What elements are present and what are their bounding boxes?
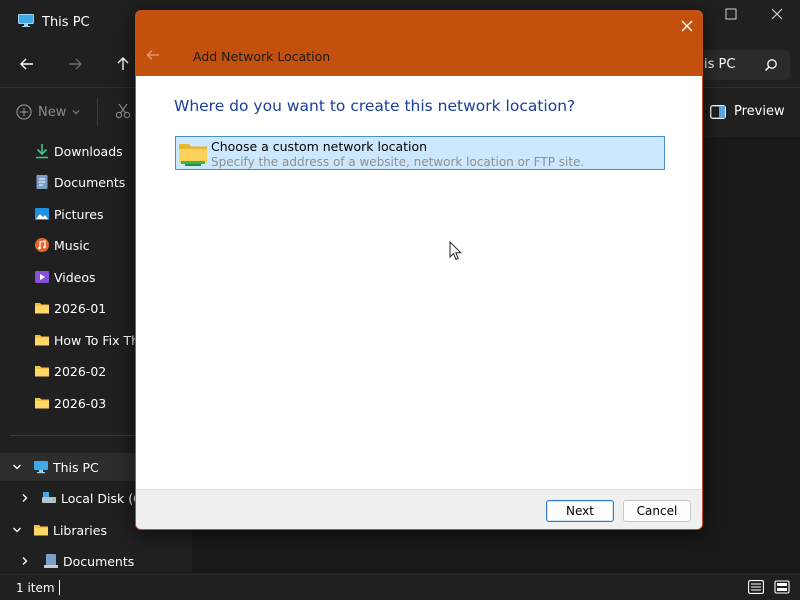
documents-icon <box>36 175 48 189</box>
folder-icon <box>35 398 49 409</box>
window-title: This PC <box>42 15 90 30</box>
toolbar-separator <box>97 98 98 126</box>
network-folder-icon <box>179 144 207 166</box>
preview-button[interactable]: Preview <box>710 104 785 119</box>
search-icon <box>764 59 777 72</box>
text-caret <box>59 580 60 595</box>
chevron-down-icon <box>72 110 80 115</box>
sidebar-item-label: Music <box>54 237 90 253</box>
mouse-cursor-icon <box>449 241 463 261</box>
dialog-heading: Where do you want to create this network… <box>174 97 576 115</box>
dialog-title: Add Network Location <box>193 49 331 64</box>
sidebar-item-label: 2026-03 <box>54 395 107 411</box>
cancel-button[interactable]: Cancel <box>623 500 691 522</box>
tree-item-library-documents[interactable]: Documents <box>0 547 192 575</box>
search-box[interactable]: is PC <box>690 50 790 80</box>
sidebar-item-label: 2026-02 <box>54 363 107 379</box>
arrow-up-icon <box>117 57 129 70</box>
search-text: is PC <box>704 57 736 72</box>
sidebar-item-label: Pictures <box>54 206 104 222</box>
details-view-icon[interactable] <box>748 580 764 594</box>
sidebar-item-label: Documents <box>54 174 126 190</box>
preview-label: Preview <box>734 104 785 119</box>
up-button[interactable] <box>110 52 136 76</box>
cut-icon[interactable] <box>114 102 132 120</box>
chevron-down-icon[interactable] <box>9 522 25 538</box>
arrow-left-icon <box>20 58 33 70</box>
status-bar: 1 item <box>0 574 800 600</box>
maximize-icon[interactable] <box>720 8 742 24</box>
sidebar-item-label: Downloads <box>54 143 123 159</box>
drive-icon <box>42 492 56 503</box>
library-documents-icon <box>44 554 58 568</box>
new-button[interactable]: New <box>16 104 80 120</box>
sidebar-item-label: How To Fix Thu <box>54 332 147 348</box>
forward-button[interactable] <box>62 52 88 76</box>
folder-icon <box>34 525 48 536</box>
download-icon <box>36 144 48 159</box>
folder-icon <box>35 366 49 377</box>
sidebar-item-label: Videos <box>54 269 96 285</box>
close-icon[interactable] <box>678 17 696 35</box>
dialog-footer: Next Cancel <box>136 489 702 529</box>
close-window-icon[interactable] <box>766 8 788 24</box>
add-network-location-dialog: Add Network Location Where do you want t… <box>135 10 703 530</box>
option-description: Specify the address of a website, networ… <box>211 155 585 169</box>
preview-pane-icon <box>710 104 726 119</box>
sidebar-item-label: 2026-01 <box>54 300 107 316</box>
computer-icon <box>18 14 34 27</box>
dialog-header: Add Network Location <box>136 11 702 76</box>
tree-item-label: Libraries <box>53 522 107 538</box>
item-count: 1 item <box>16 581 55 595</box>
back-arrow-icon <box>146 49 160 65</box>
videos-icon <box>35 271 49 283</box>
tree-item-label: Documents <box>63 553 135 569</box>
arrow-right-icon <box>69 58 82 70</box>
pictures-icon <box>35 208 49 220</box>
folder-icon <box>35 335 49 346</box>
custom-network-location-option[interactable]: Choose a custom network location Specify… <box>175 136 665 170</box>
plus-circle-icon <box>16 104 32 120</box>
chevron-down-icon[interactable] <box>9 459 25 475</box>
folder-icon <box>35 303 49 314</box>
next-button[interactable]: Next <box>546 500 614 522</box>
chevron-right-icon[interactable] <box>17 553 33 569</box>
chevron-right-icon[interactable] <box>17 490 33 506</box>
new-label: New <box>38 104 67 120</box>
computer-icon <box>34 461 48 474</box>
tiles-view-icon[interactable] <box>774 580 790 594</box>
back-button[interactable] <box>14 52 40 76</box>
tree-item-label: This PC <box>53 459 99 475</box>
option-title: Choose a custom network location <box>211 139 428 154</box>
music-icon <box>35 238 49 252</box>
